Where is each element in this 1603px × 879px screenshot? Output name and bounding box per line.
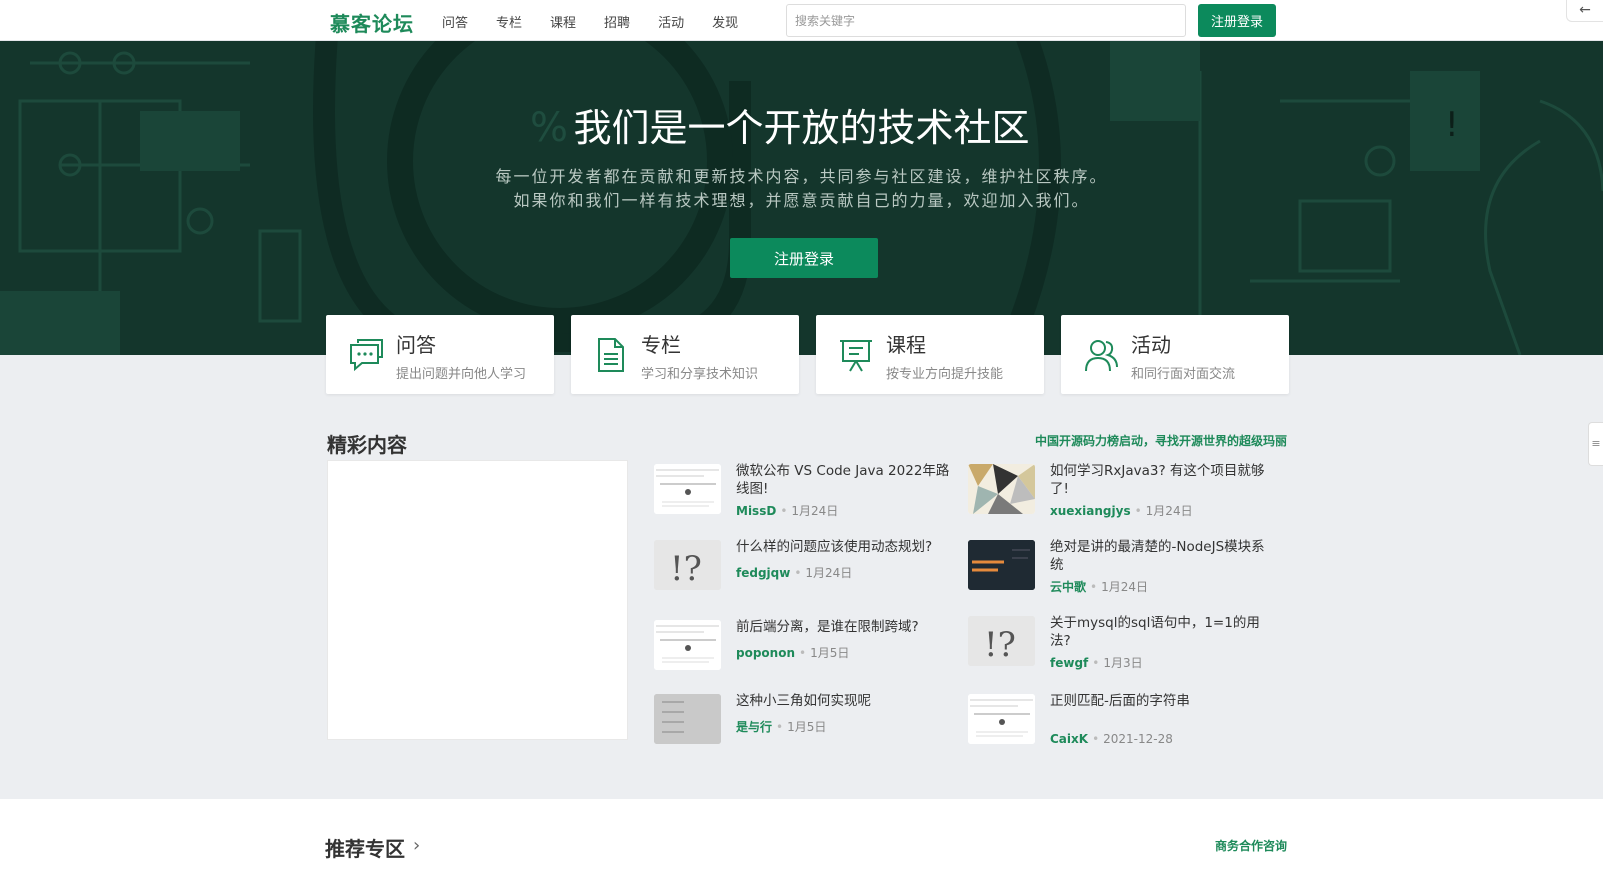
article-meta: 是与行 • 1月5日 [736, 720, 827, 734]
article-thumbnail[interactable]: !? [968, 616, 1035, 666]
article-thumbnail[interactable] [654, 694, 721, 744]
article-item[interactable]: 正则匹配-后面的字符串 CaixK • 2021-12-28 [968, 692, 1268, 748]
article-thumbnail[interactable]: !? [654, 540, 721, 590]
article-title[interactable]: 微软公布 VS Code Java 2022年路线图! [736, 462, 954, 498]
article-meta: fewgf • 1月3日 [1050, 656, 1143, 670]
nav-link-column[interactable]: 专栏 [496, 12, 522, 31]
article-thumbnail[interactable] [968, 540, 1035, 590]
feature-title: 活动 [1131, 333, 1171, 357]
article-author[interactable]: xuexiangjys [1050, 504, 1131, 518]
business-cooperation-link[interactable]: 商务合作咨询 [1215, 837, 1287, 854]
article-date: 1月24日 [1145, 504, 1193, 518]
article-item[interactable]: 前后端分离，是谁在限制跨域? poponon • 1月5日 [654, 618, 954, 674]
article-date: 1月24日 [791, 504, 839, 518]
article-title[interactable]: 这种小三角如何实现呢 [736, 692, 954, 710]
article-thumbnail[interactable] [654, 464, 721, 514]
article-title[interactable]: 如何学习RxJava3? 有这个项目就够了! [1050, 462, 1268, 498]
article-item[interactable]: !? 什么样的问题应该使用动态规划? fedgjqw • 1月24日 [654, 538, 954, 594]
article-title[interactable]: 什么样的问题应该使用动态规划? [736, 538, 954, 556]
article-item[interactable]: 绝对是讲的最清楚的-NodeJS模块系统 云中歌 • 1月24日 [968, 538, 1268, 594]
feature-title: 问答 [396, 333, 436, 357]
hero-subtitle-line1: 每一位开发者都在贡献和更新技术内容，共同参与社区建设，维护社区秩序。 [495, 167, 1108, 186]
featured-main-image[interactable] [327, 460, 628, 740]
feature-card-events[interactable]: 活动 和同行面对面交流 [1061, 315, 1289, 394]
login-register-button[interactable]: 注册登录 [1198, 4, 1276, 37]
article-author[interactable]: fedgjqw [736, 566, 790, 580]
article-thumbnail[interactable] [654, 620, 721, 670]
article-meta: CaixK • 2021-12-28 [1050, 732, 1173, 746]
chevron-right-icon[interactable]: › [413, 835, 420, 856]
article-date: 1月5日 [787, 720, 827, 734]
article-title[interactable]: 绝对是讲的最清楚的-NodeJS模块系统 [1050, 538, 1268, 574]
hero-banner: % ! 我们是一个开放的技术社区 每一位开发者都在贡献和更新技术内容，共同参与社… [0, 41, 1603, 355]
feature-card-column[interactable]: 专栏 学习和分享技术知识 [571, 315, 799, 394]
article-date: 1月24日 [805, 566, 853, 580]
top-navbar: 慕客论坛 问答 专栏 课程 招聘 活动 发现 注册登录 [0, 0, 1603, 41]
article-date: 1月24日 [1101, 580, 1148, 594]
article-author[interactable]: fewgf [1050, 656, 1088, 670]
document-icon [598, 338, 624, 372]
nav-link-course[interactable]: 课程 [550, 12, 576, 31]
article-thumbnail[interactable] [968, 464, 1035, 514]
promo-link[interactable]: 中国开源码力榜启动，寻找开源世界的超级玛丽 [1035, 432, 1287, 449]
feature-desc: 提出问题并向他人学习 [396, 367, 527, 382]
svg-text:!?: !? [984, 625, 1016, 665]
article-author[interactable]: MissD [736, 504, 776, 518]
recommended-section: 推荐专区 › 商务合作咨询 [0, 799, 1603, 879]
users-icon [1085, 340, 1118, 372]
svg-text:!?: !? [670, 549, 702, 589]
back-arrow-icon[interactable]: ← [1566, 0, 1603, 22]
article-author[interactable]: poponon [736, 646, 795, 660]
site-logo[interactable]: 慕客论坛 [330, 8, 414, 37]
hero-subtitle-line2: 如果你和我们一样有技术理想，并愿意贡献自己的力量，欢迎加入我们。 [513, 191, 1090, 210]
article-date: 2021-12-28 [1103, 732, 1173, 746]
feature-card-qa[interactable]: 问答 提出问题并向他人学习 [326, 315, 554, 394]
article-author[interactable]: 云中歌 [1050, 580, 1086, 594]
menu-handle-icon[interactable]: ≡ [1588, 422, 1603, 466]
presentation-icon [840, 340, 872, 372]
article-meta: xuexiangjys • 1月24日 [1050, 504, 1193, 518]
feature-desc: 按专业方向提升技能 [886, 367, 1004, 382]
nav-link-events[interactable]: 活动 [658, 12, 684, 31]
article-meta: MissD • 1月24日 [736, 504, 839, 518]
feature-card-course[interactable]: 课程 按专业方向提升技能 [816, 315, 1044, 394]
article-title[interactable]: 关于mysql的sql语句中，1=1的用法? [1050, 614, 1268, 650]
nav-link-jobs[interactable]: 招聘 [604, 12, 630, 31]
chat-icon [350, 339, 383, 372]
article-meta: poponon • 1月5日 [736, 646, 850, 660]
article-thumbnail[interactable] [968, 694, 1035, 744]
main-nav: 问答 专栏 课程 招聘 活动 发现 [442, 12, 766, 31]
feature-desc: 和同行面对面交流 [1131, 367, 1236, 382]
article-meta: fedgjqw • 1月24日 [736, 566, 853, 580]
article-date: 1月5日 [810, 646, 850, 660]
hero-register-button[interactable]: 注册登录 [730, 238, 878, 278]
feature-title: 课程 [886, 333, 926, 357]
article-item[interactable]: !? 关于mysql的sql语句中，1=1的用法? fewgf • 1月3日 [968, 614, 1268, 670]
nav-link-qa[interactable]: 问答 [442, 12, 468, 31]
article-author[interactable]: 是与行 [736, 720, 772, 734]
featured-section-title: 精彩内容 [327, 433, 407, 457]
search-input[interactable] [786, 4, 1186, 37]
nav-link-discover[interactable]: 发现 [712, 12, 738, 31]
article-author[interactable]: CaixK [1050, 732, 1088, 746]
feature-desc: 学习和分享技术知识 [641, 367, 759, 382]
article-item[interactable]: 这种小三角如何实现呢 是与行 • 1月5日 [654, 692, 954, 748]
article-item[interactable]: 微软公布 VS Code Java 2022年路线图! MissD • 1月24日 [654, 462, 954, 518]
article-item[interactable]: 如何学习RxJava3? 有这个项目就够了! xuexiangjys • 1月24日 [968, 462, 1268, 518]
recommended-title[interactable]: 推荐专区 [325, 833, 405, 862]
article-meta: 云中歌 • 1月24日 [1050, 580, 1148, 594]
article-date: 1月3日 [1103, 656, 1143, 670]
article-title[interactable]: 正则匹配-后面的字符串 [1050, 692, 1268, 710]
feature-title: 专栏 [641, 333, 681, 357]
article-title[interactable]: 前后端分离，是谁在限制跨域? [736, 618, 954, 636]
hero-title: 我们是一个开放的技术社区 [573, 106, 1030, 150]
